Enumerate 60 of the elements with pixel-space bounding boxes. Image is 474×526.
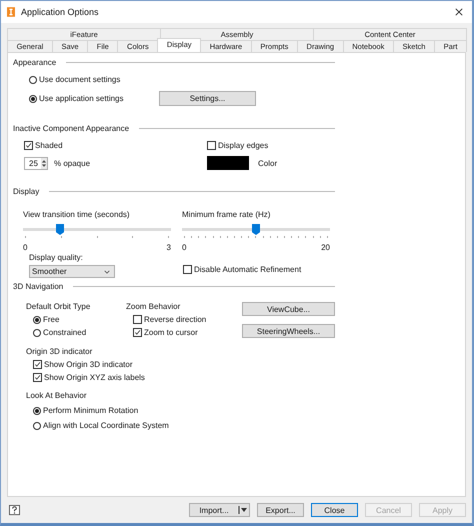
option-label: Shaded: [35, 141, 63, 150]
opacity-spinner[interactable]: 25: [24, 156, 48, 170]
group-label: Origin 3D indicator: [26, 347, 94, 356]
checkbox[interactable]: [183, 265, 192, 274]
option-label: Show Origin 3D indicator: [44, 360, 132, 369]
option-label: Display edges: [218, 141, 268, 150]
option-label: Show Origin XYZ axis labels: [44, 373, 145, 382]
slider-thumb[interactable]: [252, 224, 260, 235]
window-title: Application Options: [21, 7, 100, 17]
option-label: Reverse direction: [144, 315, 206, 324]
group-label: Look At Behavior: [26, 391, 88, 400]
checkbox[interactable]: [133, 328, 142, 337]
checkbox[interactable]: [33, 360, 42, 369]
app-logo-icon: [7, 7, 15, 17]
close-icon[interactable]: [455, 8, 463, 16]
min-value: 0: [182, 243, 186, 252]
section-heading: Appearance: [13, 58, 56, 67]
settings-button[interactable]: ViewCube...: [242, 302, 335, 316]
slider-label: View transition time (seconds): [23, 210, 131, 219]
checkbox[interactable]: [24, 141, 33, 150]
group-label: Zoom Behavior: [126, 302, 182, 311]
slider-thumb[interactable]: [56, 224, 64, 235]
max-value: 20: [321, 243, 330, 252]
caret-icon: [104, 270, 110, 274]
import-split-button[interactable]: Import...: [189, 503, 250, 517]
quality-dropdown[interactable]: Smoother: [29, 265, 115, 278]
slider-label: Minimum frame rate (Hz): [182, 210, 272, 219]
option-label: Use application settings: [39, 94, 124, 103]
dialog-button[interactable]: Close: [311, 503, 358, 517]
help-icon[interactable]: [9, 504, 20, 516]
option-label: Perform Minimum Rotation: [43, 406, 138, 415]
option-label: Zoom to cursor: [144, 328, 198, 337]
option-label: Disable Automatic Refinement: [194, 265, 302, 274]
checkbox[interactable]: [33, 373, 42, 382]
option-label: Align with Local Coordinate System: [43, 421, 169, 430]
radio-button[interactable]: [29, 76, 37, 84]
radio-button[interactable]: [29, 94, 37, 102]
checkbox[interactable]: [133, 315, 142, 324]
checkbox[interactable]: [207, 141, 216, 150]
field-label: Display quality:: [29, 253, 83, 262]
dialog-button[interactable]: Export...: [257, 503, 304, 517]
section-heading: Inactive Component Appearance: [13, 124, 130, 133]
color-label: Color: [258, 158, 278, 168]
max-value: 3: [166, 243, 171, 252]
section-heading: 3D Navigation: [13, 282, 64, 291]
radio-button[interactable]: [33, 422, 41, 430]
radio-button[interactable]: [33, 316, 41, 324]
color-swatch[interactable]: [207, 156, 249, 170]
option-label: Use document settings: [39, 75, 120, 84]
group-label: Default Orbit Type: [26, 302, 92, 311]
radio-button[interactable]: [33, 406, 41, 414]
section-heading: Display: [13, 187, 40, 196]
option-label: Constrained: [43, 328, 86, 337]
settings-button[interactable]: Settings...: [159, 91, 256, 106]
option-label: Free: [43, 315, 60, 324]
radio-button[interactable]: [33, 328, 41, 336]
settings-button[interactable]: SteeringWheels...: [242, 324, 335, 338]
unit-label: % opaque: [54, 158, 90, 168]
dropdown-arrow-icon[interactable]: [238, 505, 248, 515]
min-value: 0: [23, 243, 28, 252]
